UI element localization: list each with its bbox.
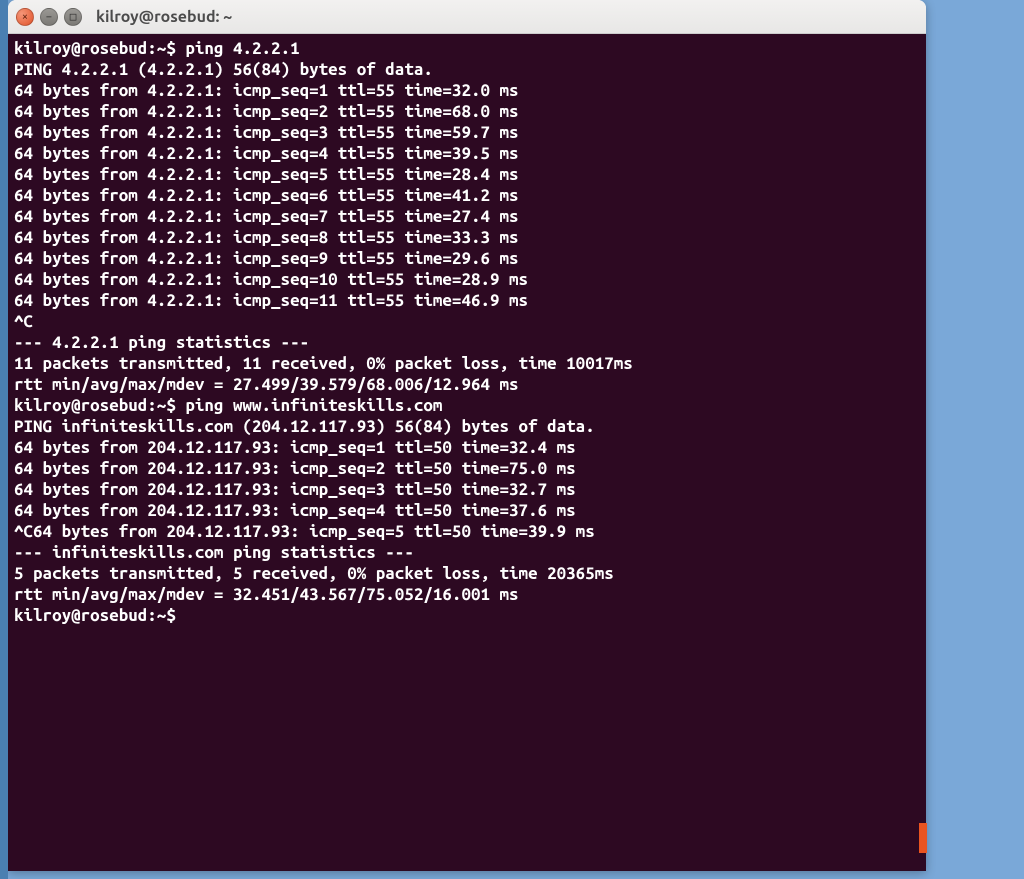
prompt-user: kilroy@rosebud bbox=[14, 39, 147, 58]
close-button[interactable]: × bbox=[16, 8, 34, 26]
prompt-user: kilroy@rosebud bbox=[14, 606, 147, 625]
ping-reply: 64 bytes from 4.2.2.1: icmp_seq=5 ttl=55… bbox=[14, 164, 920, 185]
ctrl-c-line: ^C64 bytes from 204.12.117.93: icmp_seq=… bbox=[14, 521, 920, 542]
desktop: × − □ kilroy@rosebud: ~ kilroy@rosebud:~… bbox=[0, 0, 1024, 879]
ping-reply: 64 bytes from 204.12.117.93: icmp_seq=2 … bbox=[14, 458, 920, 479]
command-text: ping 4.2.2.1 bbox=[176, 39, 300, 58]
prompt-line-2: kilroy@rosebud:~$ ping www.infiniteskill… bbox=[14, 395, 920, 416]
stats-line: 5 packets transmitted, 5 received, 0% pa… bbox=[14, 563, 920, 584]
ping-header: PING 4.2.2.1 (4.2.2.1) 56(84) bytes of d… bbox=[14, 59, 920, 80]
ping-reply: 64 bytes from 4.2.2.1: icmp_seq=1 ttl=55… bbox=[14, 80, 920, 101]
ctrl-c: ^C bbox=[14, 311, 920, 332]
minimize-button[interactable]: − bbox=[40, 8, 58, 26]
ping-reply: 64 bytes from 4.2.2.1: icmp_seq=3 ttl=55… bbox=[14, 122, 920, 143]
ping-reply: 64 bytes from 4.2.2.1: icmp_seq=9 ttl=55… bbox=[14, 248, 920, 269]
window-title: kilroy@rosebud: ~ bbox=[96, 8, 232, 26]
stats-line: rtt min/avg/max/mdev = 32.451/43.567/75.… bbox=[14, 584, 920, 605]
ping-reply: 64 bytes from 204.12.117.93: icmp_seq=4 … bbox=[14, 500, 920, 521]
prompt-line-3: kilroy@rosebud:~$ bbox=[14, 605, 920, 626]
prompt-path: :~$ bbox=[147, 39, 176, 58]
stats-header: --- 4.2.2.1 ping statistics --- bbox=[14, 332, 920, 353]
maximize-button[interactable]: □ bbox=[64, 8, 82, 26]
ping-reply: 64 bytes from 4.2.2.1: icmp_seq=2 ttl=55… bbox=[14, 101, 920, 122]
prompt-line-1: kilroy@rosebud:~$ ping 4.2.2.1 bbox=[14, 38, 920, 59]
terminal-window: × − □ kilroy@rosebud: ~ kilroy@rosebud:~… bbox=[8, 0, 926, 871]
stats-line: rtt min/avg/max/mdev = 27.499/39.579/68.… bbox=[14, 374, 920, 395]
command-text: ping www.infiniteskills.com bbox=[176, 396, 443, 415]
window-controls: × − □ bbox=[16, 8, 82, 26]
ping-reply: 64 bytes from 4.2.2.1: icmp_seq=4 ttl=55… bbox=[14, 143, 920, 164]
prompt-path: :~$ bbox=[147, 606, 176, 625]
ping-reply: 64 bytes from 4.2.2.1: icmp_seq=8 ttl=55… bbox=[14, 227, 920, 248]
ping-header: PING infiniteskills.com (204.12.117.93) … bbox=[14, 416, 920, 437]
titlebar[interactable]: × − □ kilroy@rosebud: ~ bbox=[8, 0, 926, 34]
ping-reply: 64 bytes from 204.12.117.93: icmp_seq=1 … bbox=[14, 437, 920, 458]
ping-reply: 64 bytes from 4.2.2.1: icmp_seq=10 ttl=5… bbox=[14, 269, 920, 290]
command-text bbox=[176, 606, 186, 625]
prompt-path: :~$ bbox=[147, 396, 176, 415]
stats-header: --- infiniteskills.com ping statistics -… bbox=[14, 542, 920, 563]
stats-line: 11 packets transmitted, 11 received, 0% … bbox=[14, 353, 920, 374]
prompt-user: kilroy@rosebud bbox=[14, 396, 147, 415]
ping-reply: 64 bytes from 4.2.2.1: icmp_seq=11 ttl=5… bbox=[14, 290, 920, 311]
ping-reply: 64 bytes from 204.12.117.93: icmp_seq=3 … bbox=[14, 479, 920, 500]
left-edge bbox=[0, 0, 8, 879]
ping-reply: 64 bytes from 4.2.2.1: icmp_seq=6 ttl=55… bbox=[14, 185, 920, 206]
terminal-body[interactable]: kilroy@rosebud:~$ ping 4.2.2.1PING 4.2.2… bbox=[8, 34, 926, 871]
ping-reply: 64 bytes from 4.2.2.1: icmp_seq=7 ttl=55… bbox=[14, 206, 920, 227]
resize-highlight bbox=[919, 823, 927, 853]
